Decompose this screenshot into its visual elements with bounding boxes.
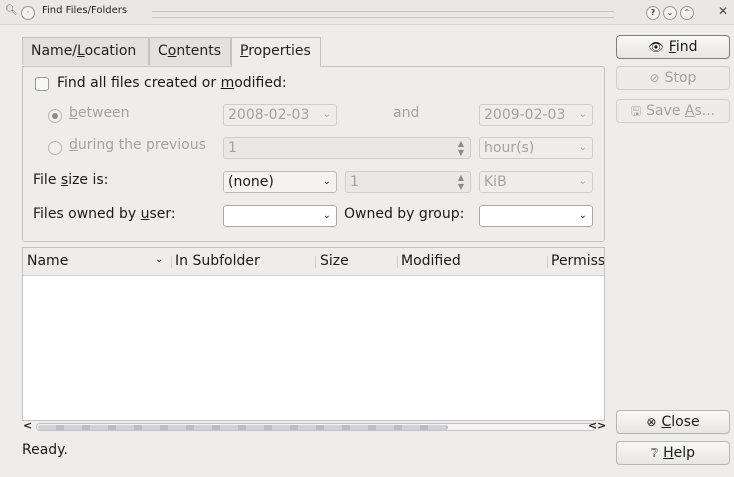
- previous-unit-select[interactable]: hour(s) ⌄: [479, 137, 593, 159]
- binoculars-icon: 👁︎: [648, 40, 664, 54]
- column-name[interactable]: Name: [27, 253, 68, 269]
- column-separator: [547, 256, 548, 268]
- and-label: and: [393, 105, 420, 121]
- owner-group-select[interactable]: ⌄: [479, 205, 593, 227]
- tab-contents[interactable]: Contents: [149, 37, 231, 65]
- minimize-icon[interactable]: ⌄: [663, 6, 677, 20]
- during-radio[interactable]: [48, 141, 62, 155]
- column-permissions[interactable]: Permiss: [551, 253, 604, 269]
- scroll-thumb[interactable]: [38, 425, 448, 430]
- title-decoration: [152, 11, 614, 18]
- help-title-button[interactable]: ?: [646, 6, 660, 20]
- save-icon: 🖫︎: [630, 104, 642, 118]
- sort-chevron-icon: ⌄: [155, 254, 164, 265]
- close-button[interactable]: ⊗ Close: [616, 410, 730, 434]
- horizontal-scrollbar[interactable]: < < >: [22, 419, 606, 433]
- column-modified[interactable]: Modified: [401, 253, 461, 269]
- stop-icon: ⊘: [649, 71, 660, 85]
- help-button[interactable]: ❔︎ Help: [616, 441, 730, 465]
- column-separator: [397, 256, 398, 268]
- previous-count-spinbox[interactable]: 1 ▲ ▼: [223, 137, 471, 159]
- size-mode-select[interactable]: (none) ⌄: [223, 171, 337, 193]
- scroll-track[interactable]: [36, 423, 596, 431]
- column-size[interactable]: Size: [320, 253, 349, 269]
- maximize-icon[interactable]: ⌃: [680, 6, 694, 20]
- scroll-right-icon[interactable]: >: [597, 419, 606, 432]
- column-separator: [171, 256, 172, 268]
- window-title: Find Files/Folders: [42, 5, 128, 16]
- tab-properties[interactable]: Properties: [231, 37, 321, 67]
- column-in-subfolder[interactable]: In Subfolder: [175, 253, 260, 269]
- results-list[interactable]: Name ⌄ In Subfolder Size Modified Permis…: [22, 247, 605, 421]
- scroll-left-icon[interactable]: <: [23, 419, 32, 432]
- scroll-left-end-icon[interactable]: <: [588, 419, 597, 432]
- find-all-label: Find all files created or modified:: [57, 75, 287, 91]
- app-search-icon: 🔍︎: [5, 5, 18, 16]
- date-to-field[interactable]: 2009-02-03 ⌄: [479, 104, 593, 126]
- close-icon: ⊗: [646, 415, 657, 429]
- owner-user-label: Files owned by user:: [33, 206, 176, 222]
- during-label: during the previous: [69, 137, 206, 153]
- owner-group-label: Owned by group:: [344, 206, 465, 222]
- save-as-button[interactable]: 🖫︎ Save As...: [616, 99, 730, 123]
- size-value-spinbox[interactable]: 1 ▲ ▼: [345, 171, 471, 193]
- window-menu-button[interactable]: ·: [21, 6, 35, 20]
- tab-name-location[interactable]: Name/Location: [22, 37, 149, 65]
- find-all-checkbox[interactable]: [35, 77, 49, 91]
- between-label: between: [69, 105, 130, 121]
- between-radio[interactable]: [48, 109, 62, 123]
- title-bar[interactable]: 🔍︎ · Find Files/Folders ? ⌄ ⌃ ✕: [0, 0, 734, 25]
- status-text: Ready.: [22, 442, 68, 458]
- results-header: Name ⌄ In Subfolder Size Modified Permis…: [23, 248, 604, 276]
- date-from-field[interactable]: 2008-02-03 ⌄: [223, 104, 337, 126]
- column-separator: [315, 256, 316, 268]
- stop-button[interactable]: ⊘ Stop: [616, 66, 730, 90]
- file-size-label: File size is:: [33, 172, 109, 188]
- help-icon: ❔︎: [650, 446, 659, 460]
- owner-user-select[interactable]: ⌄: [223, 205, 337, 227]
- close-window-icon[interactable]: ✕: [718, 4, 728, 18]
- size-unit-select[interactable]: KiB ⌄: [479, 171, 593, 193]
- find-button[interactable]: 👁︎ Find: [616, 35, 730, 59]
